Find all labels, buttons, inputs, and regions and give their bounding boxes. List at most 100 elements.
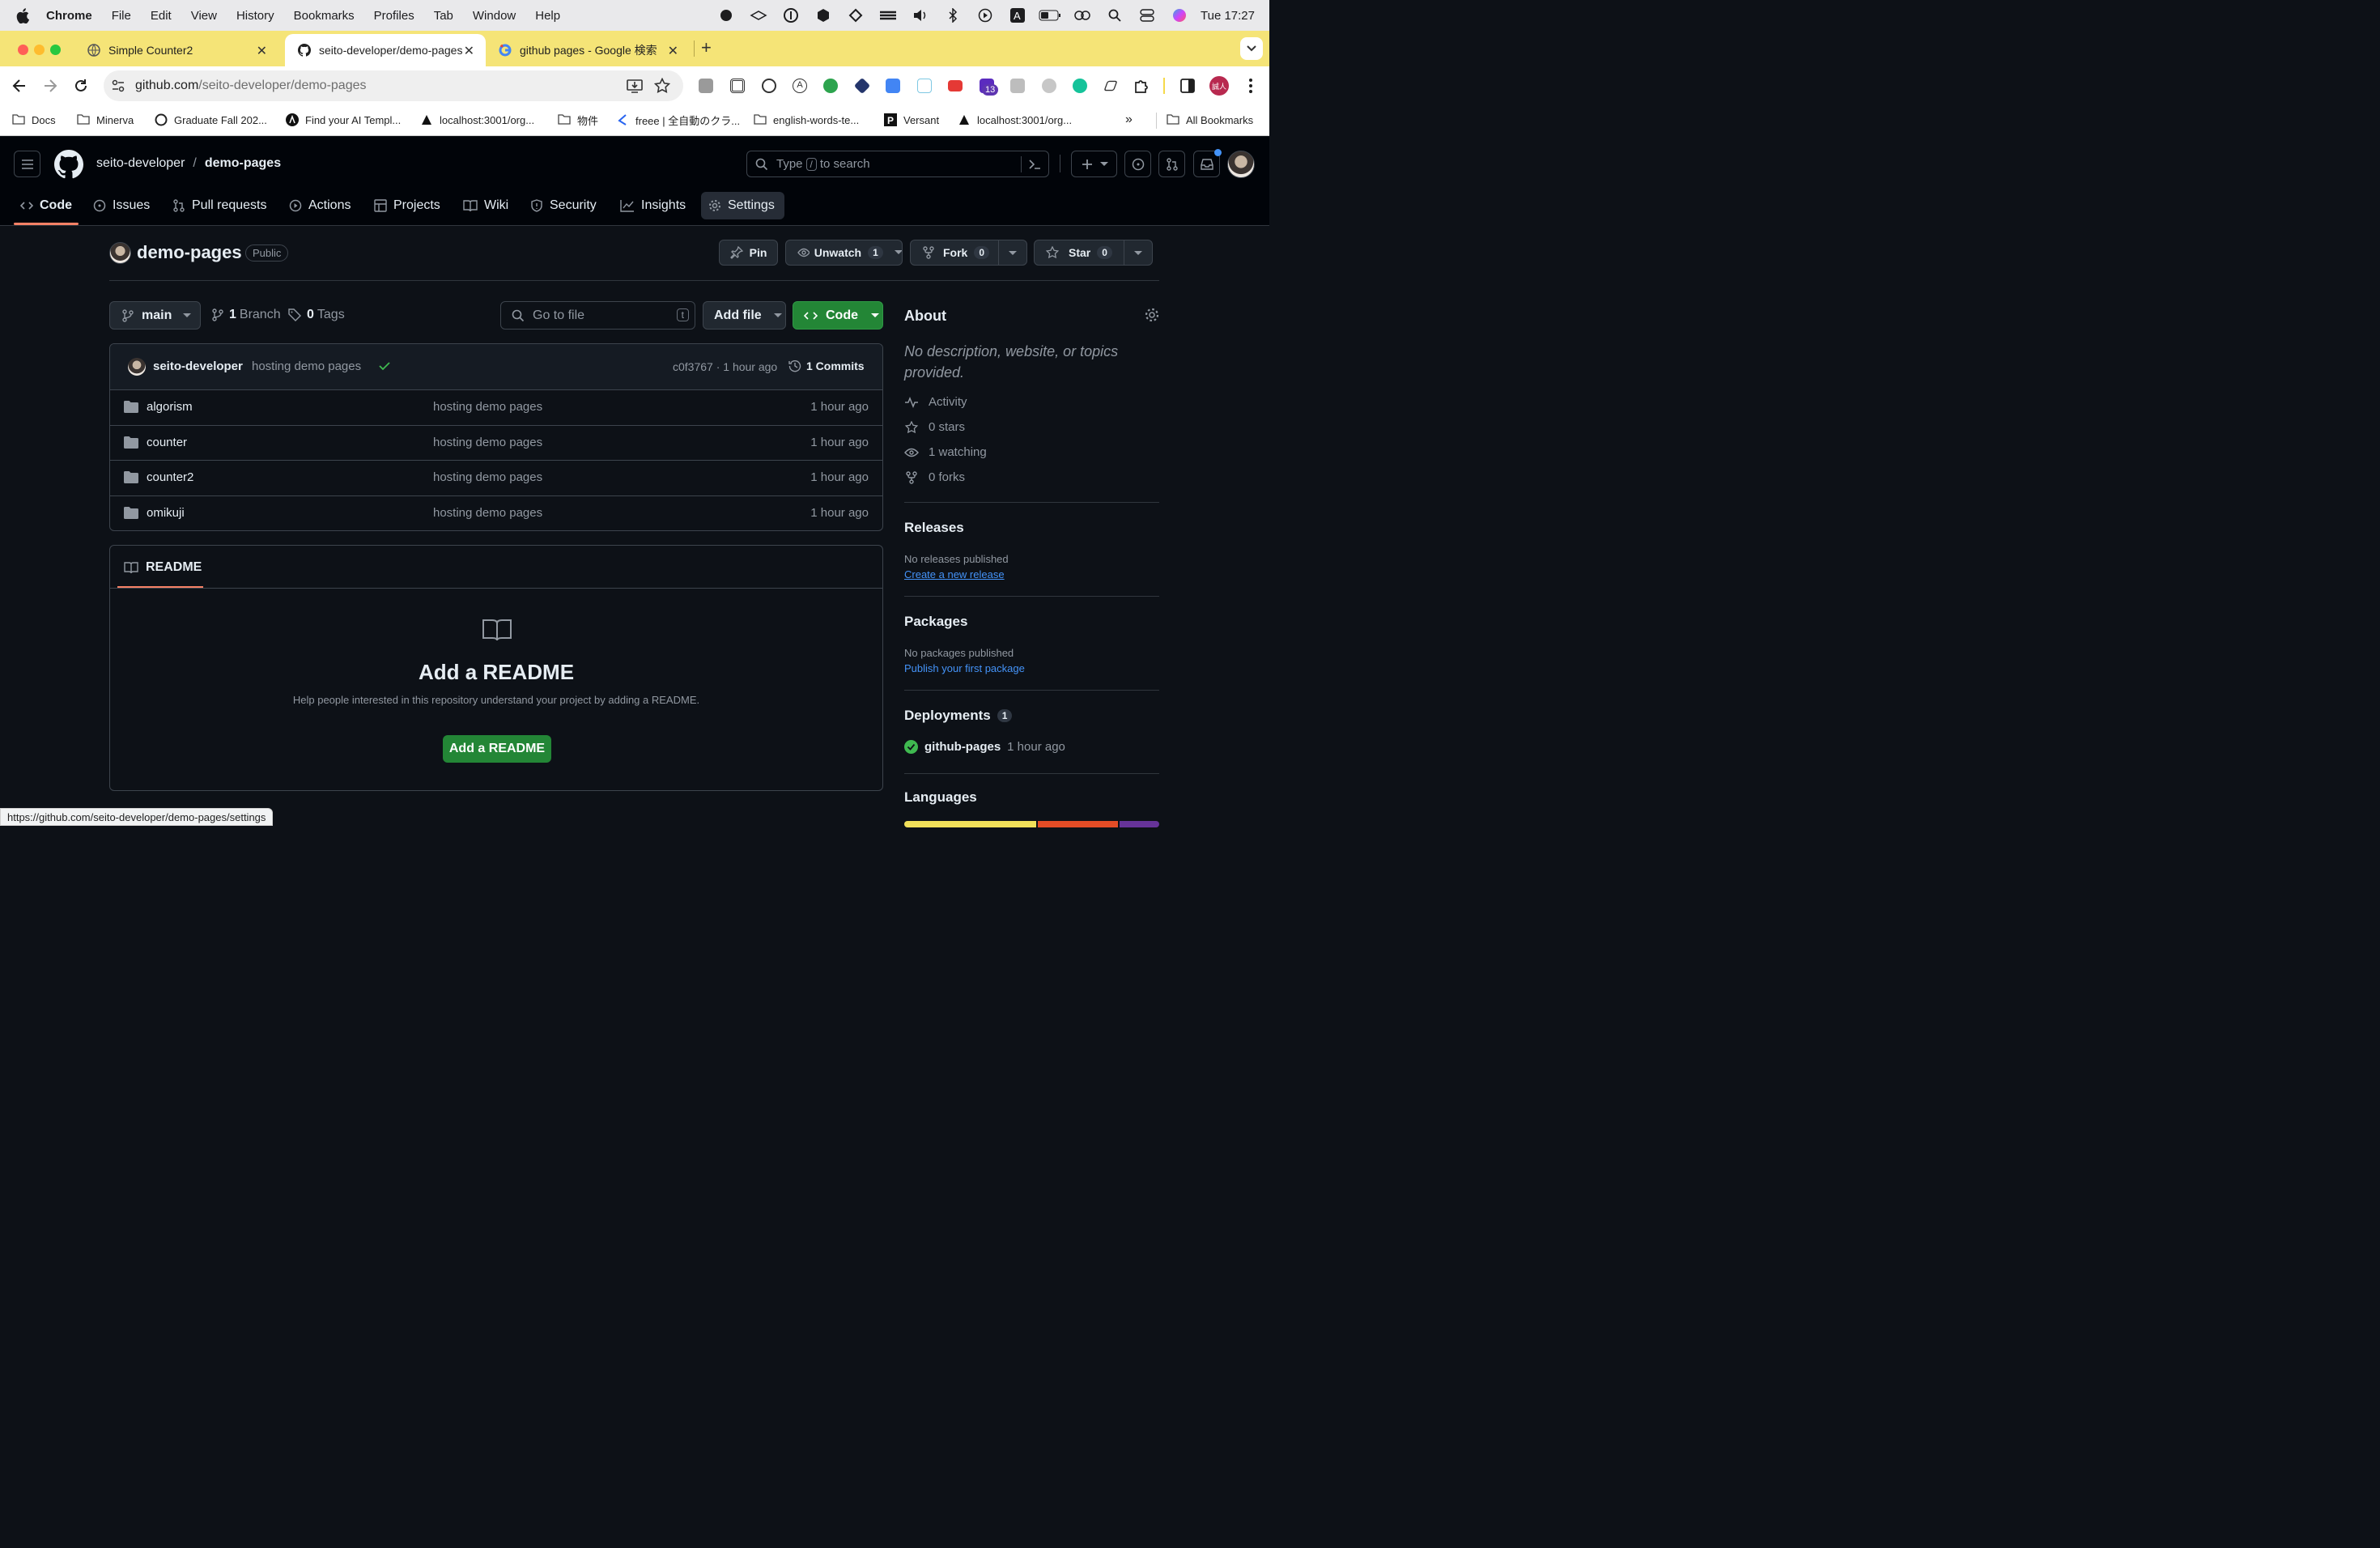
check-icon[interactable] [378, 360, 391, 372]
branches-link[interactable]: 1 Branch [212, 308, 281, 322]
commit-author[interactable]: seito-developer [153, 359, 243, 373]
control-center-icon[interactable] [1131, 9, 1163, 22]
close-tab-icon[interactable]: ✕ [668, 43, 678, 59]
input-source-icon[interactable]: A [1001, 8, 1034, 23]
menu-history[interactable]: History [236, 9, 274, 23]
siri-icon[interactable] [1163, 8, 1196, 23]
extension-qr-icon[interactable] [730, 79, 745, 93]
file-commit-message[interactable]: hosting demo pages [433, 436, 542, 449]
go-to-file-input[interactable]: Go to file t [500, 301, 695, 330]
extension-translate-icon[interactable] [886, 79, 900, 93]
tags-link[interactable]: 0 Tags [288, 308, 345, 322]
commit-message[interactable]: hosting demo pages [252, 359, 361, 373]
file-name[interactable]: counter2 [147, 470, 193, 484]
bookmark-star-icon[interactable] [654, 78, 670, 94]
menu-bookmarks[interactable]: Bookmarks [294, 9, 355, 23]
more-menu-icon[interactable] [1243, 78, 1259, 94]
side-panel-icon[interactable] [1180, 79, 1195, 93]
minimize-window-button[interactable] [34, 45, 45, 55]
add-file-button[interactable]: Add file [703, 301, 786, 330]
tab-insights[interactable]: Insights [620, 193, 686, 219]
repo-link[interactable]: demo-pages [205, 156, 281, 171]
star-button[interactable]: Star 0 [1034, 240, 1153, 266]
file-commit-message[interactable]: hosting demo pages [433, 400, 542, 414]
file-row[interactable]: omikuji hosting demo pages 1 hour ago [110, 495, 882, 530]
tab-actions[interactable]: Actions [289, 193, 351, 219]
file-row[interactable]: algorism hosting demo pages 1 hour ago [110, 389, 882, 425]
extensions-puzzle-icon[interactable] [1133, 77, 1151, 95]
apple-icon[interactable] [16, 7, 29, 23]
menu-edit[interactable]: Edit [151, 9, 172, 23]
tab-code[interactable]: Code [20, 193, 72, 219]
search-input[interactable]: Type / to search [746, 151, 1049, 177]
file-name[interactable]: omikuji [147, 506, 185, 520]
browser-tab[interactable]: Simple Counter2 ✕ [74, 34, 278, 66]
deployments-heading[interactable]: Deployments 1 [904, 708, 1013, 724]
commits-link[interactable]: 1 Commits [788, 359, 865, 372]
bookmark-folder[interactable]: english-words-te... [754, 112, 859, 128]
tab-settings[interactable]: Settings [701, 192, 784, 219]
file-commit-message[interactable]: hosting demo pages [433, 506, 542, 520]
menu-app-name[interactable]: Chrome [46, 9, 92, 23]
extension-slash-icon[interactable] [1103, 80, 1118, 91]
browser-tab-active[interactable]: seito-developer/demo-pages ✕ [285, 34, 486, 66]
reload-icon[interactable] [73, 78, 89, 94]
site-info-icon[interactable] [110, 78, 126, 94]
battery-icon[interactable] [1034, 10, 1066, 21]
branch-selector[interactable]: main [109, 301, 201, 330]
bookmark-link[interactable]: localhost:3001/org... [420, 112, 534, 128]
volume-icon[interactable] [904, 9, 937, 22]
bookmarks-overflow-icon[interactable]: » [1125, 112, 1133, 128]
extension-hex-icon[interactable] [853, 77, 871, 95]
bookmark-folder[interactable]: Docs [12, 112, 56, 128]
status-hex-icon[interactable] [807, 8, 839, 23]
user-avatar[interactable] [1227, 151, 1255, 178]
bluetooth-icon[interactable] [937, 8, 969, 23]
create-new-button[interactable] [1071, 151, 1117, 177]
menu-window[interactable]: Window [473, 9, 516, 23]
code-dropdown-button[interactable]: Code [793, 301, 883, 330]
extension-tb-icon[interactable] [699, 79, 713, 93]
new-tab-button[interactable]: + [701, 39, 712, 57]
menu-profiles[interactable]: Profiles [374, 9, 414, 23]
watching-link[interactable]: 1 watching [904, 445, 987, 459]
hamburger-menu-icon[interactable] [14, 151, 40, 177]
bookmark-link[interactable]: P Versant [884, 112, 939, 128]
install-app-icon[interactable] [627, 78, 643, 94]
bookmark-folder[interactable]: Minerva [77, 112, 134, 128]
tab-search-button[interactable] [1240, 37, 1263, 60]
extension-quote-icon[interactable] [823, 79, 838, 93]
add-readme-button[interactable]: Add a README [443, 735, 551, 763]
extension-youtube-icon[interactable] [948, 80, 963, 91]
all-bookmarks[interactable]: All Bookmarks [1167, 112, 1253, 128]
maximize-window-button[interactable] [50, 45, 61, 55]
about-gear-icon[interactable] [1145, 308, 1159, 322]
menu-file[interactable]: File [112, 9, 131, 23]
forward-icon[interactable] [42, 78, 58, 94]
bookmark-folder[interactable]: 物件 [558, 112, 598, 128]
menu-tab[interactable]: Tab [434, 9, 453, 23]
back-icon[interactable] [11, 78, 28, 94]
create-release-link[interactable]: Create a new release [904, 568, 1005, 580]
activity-link[interactable]: Activity [904, 395, 967, 409]
commit-meta[interactable]: c0f3767 · 1 hour ago [673, 360, 777, 373]
close-tab-icon[interactable]: ✕ [464, 43, 474, 59]
stars-link[interactable]: 0 stars [904, 420, 965, 434]
owner-link[interactable]: seito-developer [96, 156, 185, 171]
bookmark-link[interactable]: freee | 全自動のクラ... [616, 112, 740, 128]
releases-title[interactable]: Releases [904, 520, 964, 536]
status-gear-icon[interactable] [839, 8, 872, 23]
pin-button[interactable]: Pin [719, 240, 778, 266]
close-tab-icon[interactable]: ✕ [257, 43, 267, 59]
bookmark-link[interactable]: Find your AI Templ... [286, 112, 401, 128]
file-name[interactable]: counter [147, 436, 187, 449]
fork-button[interactable]: Fork 0 [910, 240, 1027, 266]
bookmark-link[interactable]: localhost:3001/org... [958, 112, 1072, 128]
file-row[interactable]: counter2 hosting demo pages 1 hour ago [110, 460, 882, 495]
menubar-clock[interactable]: Tue 17:27 [1201, 9, 1255, 23]
tab-pull-requests[interactable]: Pull requests [172, 193, 267, 219]
status-stack-icon[interactable] [872, 9, 904, 22]
repo-owner-avatar[interactable] [109, 242, 131, 264]
status-layers-icon[interactable] [742, 9, 775, 22]
link-icon[interactable] [1066, 10, 1099, 21]
